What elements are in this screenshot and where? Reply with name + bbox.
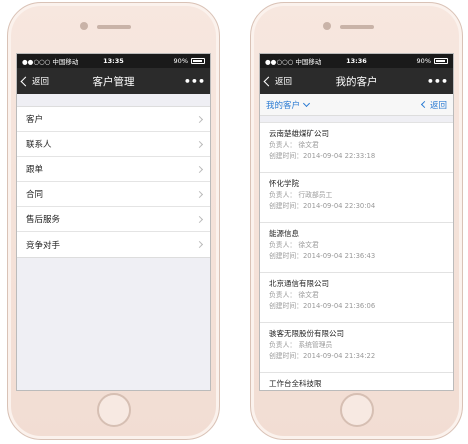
list-item[interactable]: 工作台全科技限 [260,372,453,390]
battery-icon [191,58,205,64]
phone-left: ●●○○○ 中国移动 13:35 90% 返回 客户管理 ••• 客户 联系人 … [7,2,220,440]
status-bar: ●●○○○ 中国移动 13:36 90% [260,54,453,68]
list-item-label: 售后服务 [26,215,61,225]
filter-label: 我的客户 [266,100,301,111]
list-item-customer[interactable]: 客户 [17,107,210,132]
nav-bar: 返回 客户管理 ••• [17,68,210,94]
customer-name: 能源信息 [269,229,299,238]
chevron-right-icon [195,240,204,249]
home-button[interactable] [96,393,131,427]
filter-dropdown[interactable]: 我的客户 [266,99,311,111]
list-item-label: 跟单 [26,165,44,175]
battery-icon [434,58,448,64]
list-item-label: 竞争对手 [26,240,61,251]
customer-owner: 负责人： 行政部员工 [269,191,333,199]
speaker-slot [96,25,131,29]
customer-created: 创建时间：2014-09-04 22:30:04 [269,202,376,210]
list-item-competitors[interactable]: 竞争对手 [17,232,210,257]
list-item-label: 联系人 [26,140,52,150]
back-button[interactable]: 返回 [263,75,293,87]
chevron-right-icon [195,115,204,123]
list-item-label: 合同 [26,190,44,200]
speaker-slot [339,25,374,29]
customer-name: 工作台全科技限 [269,379,322,388]
customer-owner: 负责人： 徐文君 [269,241,319,249]
customer-name: 怀化学院 [269,179,299,188]
customer-list: 云南楚雄煤矿公司 负责人： 徐文君 创建时间：2014-09-04 22:33:… [260,122,453,390]
filter-back-label: 返回 [429,100,447,111]
back-label: 返回 [275,77,293,87]
list-item-contacts[interactable]: 联系人 [17,132,210,157]
phone-right: ●●○○○ 中国移动 13:36 90% 返回 我的客户 ••• 我的客户 返回… [250,2,463,440]
list-item-after-sales[interactable]: 售后服务 [17,207,210,232]
customer-created: 创建时间：2014-09-04 21:34:22 [269,352,376,360]
screen-right: ●●○○○ 中国移动 13:36 90% 返回 我的客户 ••• 我的客户 返回… [259,53,454,391]
stage: ●●○○○ 中国移动 13:35 90% 返回 客户管理 ••• 客户 联系人 … [0,0,468,444]
customer-owner: 负责人： 徐文君 [269,291,319,299]
filter-bar: 我的客户 返回 [260,94,453,116]
customer-owner: 负责人： 系统管理员 [269,341,333,349]
list-item[interactable]: 云南楚雄煤矿公司 负责人： 徐文君 创建时间：2014-09-04 22:33:… [260,122,453,172]
nav-bar: 返回 我的客户 ••• [260,68,453,94]
chevron-right-icon [195,165,204,173]
status-time: 13:36 [346,57,367,65]
list-item-contract[interactable]: 合同 [17,182,210,207]
back-label: 返回 [32,77,50,87]
chevron-right-icon [195,140,204,148]
filter-back-button[interactable]: 返回 [420,99,447,111]
customer-created: 创建时间：2014-09-04 21:36:06 [269,302,376,310]
customer-name: 云南楚雄煤矿公司 [269,129,329,138]
home-button[interactable] [339,393,374,427]
list-item[interactable]: 能源信息 负责人： 徐文君 创建时间：2014-09-04 21:36:43 [260,222,453,272]
chevron-left-icon [263,76,274,86]
chevron-down-icon [302,99,311,107]
chevron-right-icon [195,190,204,198]
customer-created: 创建时间：2014-09-04 21:36:43 [269,252,376,260]
screen-left: ●●○○○ 中国移动 13:35 90% 返回 客户管理 ••• 客户 联系人 … [16,53,211,391]
customer-name: 北京通信有限公司 [269,279,329,288]
chevron-left-icon [20,76,31,86]
list-item[interactable]: 北京通信有限公司 负责人： 徐文君 创建时间：2014-09-04 21:36:… [260,272,453,322]
camera-dot [323,22,331,30]
list-item[interactable]: 怀化学院 负责人： 行政部员工 创建时间：2014-09-04 22:30:04 [260,172,453,222]
list-item[interactable]: 骇客无限股份有限公司 负责人： 系统管理员 创建时间：2014-09-04 21… [260,322,453,372]
customer-owner: 负责人： 徐文君 [269,141,319,149]
back-button[interactable]: 返回 [20,75,50,87]
status-bar: ●●○○○ 中国移动 13:35 90% [17,54,210,68]
more-menu-button[interactable]: ••• [184,75,205,88]
list-item-label: 客户 [26,115,44,125]
list-item-followup[interactable]: 跟单 [17,157,210,182]
more-menu-button[interactable]: ••• [427,75,448,88]
menu-list: 客户 联系人 跟单 合同 售后服务 竞争对手 [17,106,210,258]
camera-dot [80,22,88,30]
chevron-left-icon [420,100,429,109]
customer-created: 创建时间：2014-09-04 22:33:18 [269,152,376,160]
status-time: 13:35 [103,57,124,65]
customer-name: 骇客无限股份有限公司 [269,329,344,338]
chevron-right-icon [195,215,204,223]
